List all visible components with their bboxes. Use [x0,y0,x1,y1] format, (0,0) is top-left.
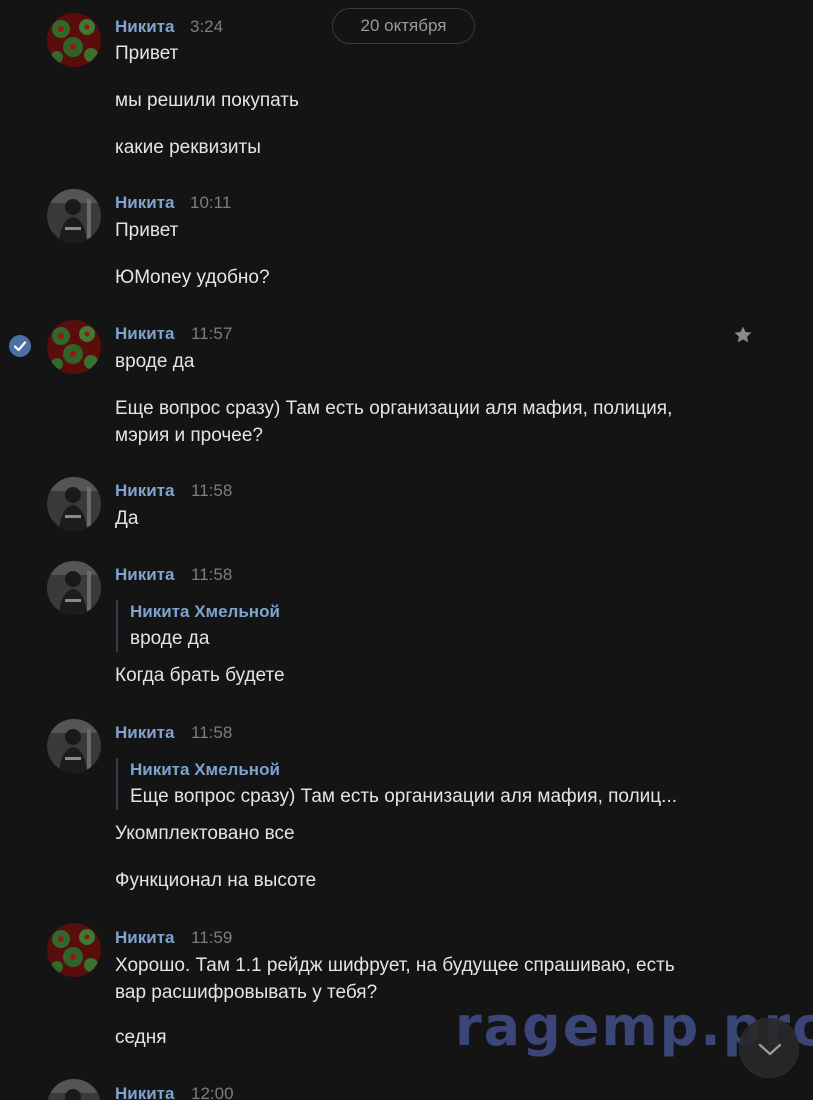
avatar[interactable] [47,189,101,243]
message-time: 11:58 [191,481,233,500]
message-text: Хорошо. Там 1.1 рейдж шифрует, на будуще… [115,955,675,976]
author-name[interactable]: Никита [115,17,174,37]
quote-bar [116,600,118,652]
message-text: мы решили покупать [115,90,299,111]
message-text: седня [115,1027,167,1048]
author-name[interactable]: Никита [115,565,174,585]
avatar[interactable] [47,923,101,977]
author-name[interactable]: Никита [115,1084,174,1100]
chat-history: 20 октября Никита 3:24 Привет мы решили … [0,0,813,1100]
message-text: ЮMoney удобно? [115,267,270,288]
message-time: 3:24 [190,17,224,36]
quote-text: Еще вопрос сразу) Там есть организации а… [130,786,678,807]
quote-text: вроде да [130,628,210,649]
message-time: 10:11 [190,193,232,212]
avatar[interactable] [47,719,101,773]
message-text: Когда брать будете [115,665,285,686]
message-text: вроде да [115,351,195,372]
star-icon[interactable] [733,325,753,345]
message-time: 12:00 [191,1084,234,1100]
avatar[interactable] [47,561,101,615]
author-name[interactable]: Никита [115,481,174,501]
author-name[interactable]: Никита [115,324,174,344]
author-name[interactable]: Никита [115,928,174,948]
avatar[interactable] [47,320,101,374]
message-time: 11:58 [191,565,233,584]
author-name[interactable]: Никита [115,723,174,743]
message-text: какие реквизиты [115,137,261,158]
quote-author[interactable]: Никита Хмельной [130,602,280,622]
message-time: 11:59 [191,928,233,947]
message-text: Привет [115,43,179,64]
message-text: Еще вопрос сразу) Там есть организации а… [115,398,673,419]
avatar[interactable] [47,13,101,67]
avatar[interactable] [47,477,101,531]
message-text: Укомплектовано все [115,823,295,844]
scroll-down-button[interactable] [739,1018,799,1078]
message-text: Привет [115,220,179,241]
check-circle-icon[interactable] [9,335,31,357]
date-separator: 20 октября [332,8,475,44]
message-text: Функционал на высоте [115,870,317,891]
message-text: Да [115,508,139,529]
message-time: 11:58 [191,723,233,742]
chevron-down-icon [758,1043,782,1056]
quote-bar [116,758,118,810]
avatar[interactable] [47,1079,101,1100]
message-time: 11:57 [191,324,233,343]
author-name[interactable]: Никита [115,193,174,213]
message-text: вар расшифровывать у тебя? [115,982,378,1003]
quote-author[interactable]: Никита Хмельной [130,760,280,780]
message-text: мэрия и прочее? [115,425,264,446]
